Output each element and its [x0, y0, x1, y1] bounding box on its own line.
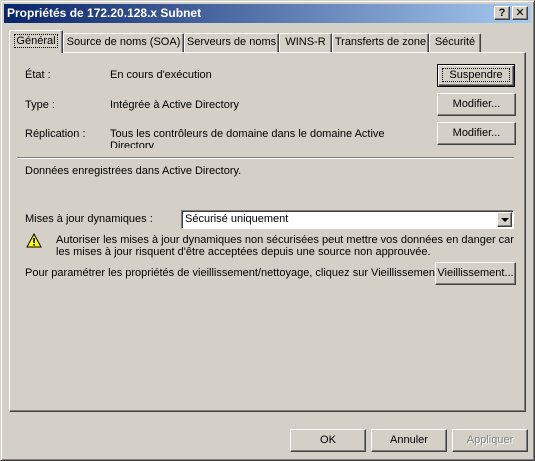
status-label: État :	[25, 69, 51, 81]
cancel-button[interactable]: Annuler	[371, 429, 447, 452]
dynamic-updates-value: Sécurisé uniquement	[185, 213, 289, 225]
ok-button[interactable]: OK	[290, 429, 366, 452]
type-value: Intégrée à Active Directory	[110, 99, 240, 111]
type-label: Type :	[25, 99, 55, 111]
status-value: En cours d'exécution	[110, 69, 212, 81]
suspend-button[interactable]: Suspendre	[437, 64, 515, 87]
general-panel: État : En cours d'exécution Suspendre Ty…	[9, 52, 526, 412]
close-icon: ✕	[515, 7, 525, 19]
type-modify-button[interactable]: Modifier...	[437, 93, 516, 116]
aging-button[interactable]: Vieillissement...	[435, 262, 516, 285]
chevron-down-icon[interactable]	[497, 212, 512, 227]
tab-name-servers[interactable]: Serveurs de noms	[184, 33, 279, 52]
help-icon: ?	[498, 7, 506, 19]
properties-dialog: Propriétés de 172.20.128.x Subnet ? ✕ Gé…	[0, 0, 535, 461]
tab-zone-transfers[interactable]: Transferts de zone	[332, 33, 429, 52]
replication-value: Tous les contrôleurs de domaine dans le …	[110, 128, 385, 148]
dynamic-updates-label: Mises à jour dynamiques :	[25, 213, 153, 225]
separator	[17, 157, 514, 159]
replication-modify-button[interactable]: Modifier...	[437, 122, 516, 145]
title-bar: Propriétés de 172.20.128.x Subnet ? ✕	[4, 4, 531, 23]
warning-text: Autoriser les mises à jour dynamiques no…	[56, 234, 514, 258]
aging-text: Pour paramétrer les propriétés de vieill…	[25, 267, 442, 279]
tab-general[interactable]: Général	[9, 30, 63, 53]
tab-wins-r[interactable]: WINS-R	[279, 33, 332, 52]
dynamic-updates-select[interactable]: Sécurisé uniquement	[181, 210, 514, 229]
tab-security[interactable]: Sécurité	[429, 33, 481, 52]
replication-label: Réplication :	[25, 128, 86, 140]
storage-note: Données enregistrées dans Active Directo…	[25, 165, 242, 177]
tab-soa[interactable]: Source de noms (SOA)	[63, 33, 184, 52]
window-title: Propriétés de 172.20.128.x Subnet	[7, 6, 202, 20]
warning-icon	[26, 233, 42, 248]
close-button[interactable]: ✕	[512, 6, 528, 20]
apply-button[interactable]: Appliquer	[452, 429, 528, 452]
help-button[interactable]: ?	[494, 6, 510, 20]
